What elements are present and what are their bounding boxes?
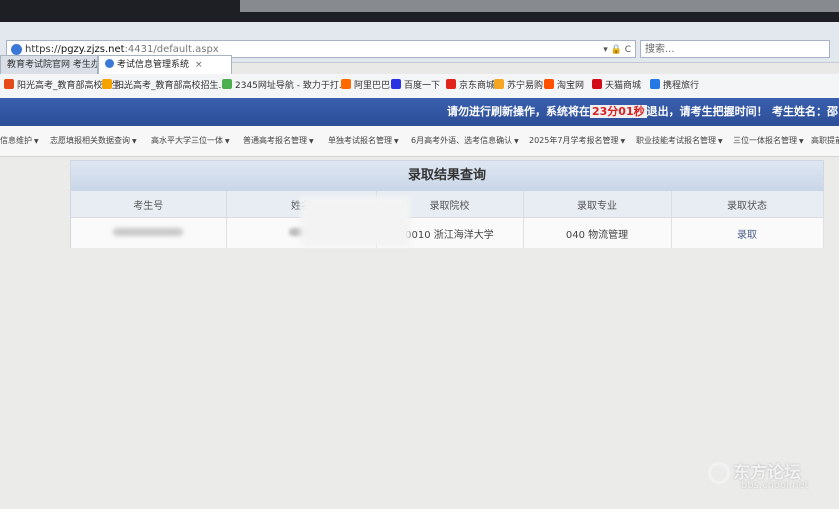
cell-exam-number-redacted [71,217,227,248]
favorite-link[interactable]: 阿里巴巴 [341,74,390,98]
menu-item-vocational-skill-exam[interactable]: 职业技能考试报名管理 ▼ [636,126,723,156]
favorite-link[interactable]: 携程旅行 [650,74,699,98]
favicon-icon [4,79,14,89]
menu-item-general-exam-reg[interactable]: 普通高考报名管理 ▼ [243,126,314,156]
tab-exam-info-system[interactable]: 考试信息管理系统 × [98,55,232,74]
tab-exam-authority[interactable]: 教育考试院官网 考生办事 [0,55,98,74]
menu-item-vocational-early[interactable]: 高职提前 [811,126,839,156]
caret-down-icon: ▼ [132,138,137,145]
candidate-name-label: 考生姓名：邵 [772,105,838,118]
favicon-icon [544,79,554,89]
favicon-icon [102,79,112,89]
countdown-timer: 23分01秒 [590,105,647,118]
caret-down-icon: ▼ [225,138,230,145]
tab-close-icon[interactable]: × [195,60,203,70]
caret-down-icon: ▼ [718,138,723,145]
favicon-icon [391,79,401,89]
header-status: 录取状态 [671,191,824,218]
menu-item-high-level-univ[interactable]: 高水平大学三位一体 ▼ [151,126,230,156]
table-row: 0010 浙江海洋大学 040 物流管理 录取 [71,217,824,248]
favorite-link[interactable]: 阳光高考_教育部高校招生... [102,74,227,98]
favicon-icon [222,79,232,89]
redaction-smudge [300,196,410,246]
caret-down-icon: ▼ [394,138,399,145]
menu-item-volunteer-query[interactable]: 志愿填报相关数据查询 ▼ [50,126,137,156]
caret-down-icon: ▼ [514,138,519,145]
favicon-icon [341,79,351,89]
tab-label: 考试信息管理系统 [117,60,190,70]
caret-down-icon: ▼ [309,138,314,145]
favicon-icon [592,79,602,89]
session-timeout-notice: 请勿进行刷新操作，系统将在 23分01秒 退出，请考生把握时间！ [447,105,768,118]
caret-down-icon: ▼ [620,138,626,145]
system-notice-bar: 请勿进行刷新操作，系统将在 23分01秒 退出，请考生把握时间！ 考生姓名：邵 [0,98,839,126]
site-watermark: 东方论坛 bbs.cnool.net [708,458,809,491]
browser-tabs: 教育考试院官网 考生办事 考试信息管理系统 × [0,48,839,74]
table-header-row: 考生号 姓名 录取院校 录取专业 录取状态 [71,191,824,218]
menu-item-three-in-one-reg[interactable]: 三位一体报名管理 ▼ [733,126,804,156]
caret-down-icon: ▼ [799,138,804,145]
menu-item-july-academic-exam[interactable]: 2025年7月学考报名管理 ▼ [529,126,626,156]
favorite-link[interactable]: 淘宝网 [544,74,584,98]
favicon-icon [650,79,660,89]
ie-page-icon [105,59,114,68]
favicon-icon [446,79,456,89]
redacted-blur [113,227,184,236]
panel-title: 录取结果查询 [71,161,823,191]
admission-result-panel: 录取结果查询 考生号 姓名 录取院校 录取专业 录取状态 0010 浙江海洋大学… [70,160,824,248]
watermark-logo-icon [708,462,730,484]
favorites-bar: 阳光高考_教育部高校招生... 阳光高考_教育部高校招生... 2345网址导航… [0,74,839,99]
cell-status: 录取 [671,217,824,248]
header-major: 录取专业 [523,191,672,218]
favorite-link[interactable]: 苏宁易购 [494,74,543,98]
caret-down-icon: ▼ [34,138,39,145]
cell-major: 040 物流管理 [523,217,672,248]
favorite-link[interactable]: 2345网址导航 - 致力于打... [222,74,347,98]
main-menu: 信息维护 ▼ 志愿填报相关数据查询 ▼ 高水平大学三位一体 ▼ 普通高考报名管理 ▼ 单… [0,126,839,157]
admission-result-table: 考生号 姓名 录取院校 录取专业 录取状态 0010 浙江海洋大学 040 物流… [71,191,824,248]
header-exam-number: 考生号 [71,191,227,218]
menu-item-info-maintenance[interactable]: 信息维护 ▼ [0,126,39,156]
menu-item-separate-exam-reg[interactable]: 单独考试报名管理 ▼ [328,126,399,156]
monitor-bezel [0,0,839,22]
favorite-link[interactable]: 京东商城 [446,74,495,98]
tab-label: 教育考试院官网 考生办事 [7,60,97,70]
watermark-url: bbs.cnool.net [741,480,809,491]
favorite-link[interactable]: 天猫商城 [592,74,641,98]
favicon-icon [494,79,504,89]
favorite-link[interactable]: 百度一下 [391,74,440,98]
menu-item-june-exam-confirm[interactable]: 6月高考外语、选考信息确认 ▼ [411,126,519,156]
